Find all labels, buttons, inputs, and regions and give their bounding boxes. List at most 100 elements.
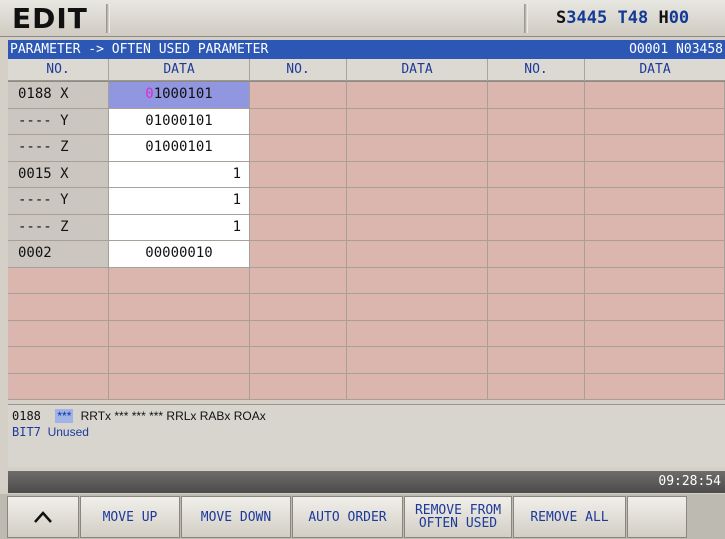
mode-indicator: EDIT (12, 2, 88, 35)
param-number[interactable]: ---- Z (8, 214, 109, 240)
empty-cell (347, 135, 488, 161)
table-row[interactable]: 0015 X 1 (8, 161, 725, 188)
empty-cell (488, 82, 585, 108)
empty-cell (347, 347, 488, 373)
remove-all-button[interactable]: REMOVE ALL (513, 496, 626, 538)
bit-description-line: BIT7 Unused (12, 425, 89, 439)
parameter-info-panel: 0188 *** RRTx *** *** *** RRLx RABx ROAx… (8, 404, 725, 467)
separator (106, 4, 110, 33)
table-row[interactable]: ---- Y 01000101 (8, 108, 725, 135)
top-bar: EDIT S3445 T48 H00 (0, 0, 725, 37)
empty-cell (250, 108, 347, 134)
empty-cell (585, 82, 725, 108)
table-row-empty (8, 267, 725, 294)
param-number[interactable]: 0188 X (8, 82, 109, 108)
empty-cell (347, 241, 488, 267)
empty-cell (488, 188, 585, 214)
col-header-no: NO. (8, 59, 109, 81)
table-row[interactable]: ---- Y 1 (8, 188, 725, 215)
empty-cell (8, 320, 109, 346)
spindle-speed: 3445 (566, 8, 608, 28)
empty-cell (488, 135, 585, 161)
empty-cell (347, 373, 488, 399)
empty-cell (250, 135, 347, 161)
table-row-empty (8, 373, 725, 400)
empty-cell (347, 161, 488, 187)
param-value[interactable]: 00000010 (109, 241, 250, 267)
empty-cell (488, 161, 585, 187)
empty-cell (585, 373, 725, 399)
empty-cell (250, 294, 347, 320)
col-header-data: DATA (347, 59, 488, 81)
empty-cell (8, 267, 109, 293)
remove-from-label-line2: OFTEN USED (418, 516, 498, 531)
param-value[interactable]: 01000101 (109, 82, 250, 108)
table-row[interactable]: 0002 00000010 (8, 241, 725, 268)
caret-up-icon (34, 511, 52, 523)
param-value[interactable]: 1 (109, 188, 250, 214)
empty-cell (347, 320, 488, 346)
empty-cell (8, 373, 109, 399)
table-row-empty (8, 294, 725, 321)
back-softkey[interactable] (7, 496, 79, 538)
empty-cell (488, 294, 585, 320)
empty-cell (347, 267, 488, 293)
empty-cell (347, 294, 488, 320)
empty-cell (250, 161, 347, 187)
empty-cell (250, 347, 347, 373)
offset-number: 00 (668, 8, 690, 28)
selected-bit: *** (55, 409, 74, 423)
col-header-no: NO. (250, 59, 347, 81)
empty-cell (250, 373, 347, 399)
empty-cell (109, 347, 250, 373)
param-number[interactable]: ---- Y (8, 188, 109, 214)
empty-cell (488, 108, 585, 134)
empty-cell (488, 347, 585, 373)
info-param-number: 0188 (12, 409, 41, 423)
empty-cell (250, 214, 347, 240)
move-up-button[interactable]: MOVE UP (80, 496, 180, 538)
move-down-button[interactable]: MOVE DOWN (181, 496, 291, 538)
empty-cell (250, 320, 347, 346)
param-value[interactable]: 1 (109, 161, 250, 187)
empty-cell (109, 294, 250, 320)
empty-cell (250, 82, 347, 108)
empty-cell (109, 267, 250, 293)
spindle-label: S (556, 8, 567, 28)
empty-cell (250, 241, 347, 267)
empty-cell (585, 161, 725, 187)
status-bar: 09:28:54 (8, 471, 725, 493)
param-number[interactable]: ---- Y (8, 108, 109, 134)
bit-map-line: 0188 *** RRTx *** *** *** RRLx RABx ROAx (12, 409, 266, 423)
auto-order-button[interactable]: AUTO ORDER (292, 496, 403, 538)
param-number[interactable]: ---- Z (8, 135, 109, 161)
param-value[interactable]: 01000101 (109, 135, 250, 161)
param-number[interactable]: 0002 (8, 241, 109, 267)
param-number[interactable]: 0015 X (8, 161, 109, 187)
empty-cell (347, 82, 488, 108)
offset-label: H (658, 8, 669, 28)
empty-cell (585, 108, 725, 134)
table-row[interactable]: ---- Z 01000101 (8, 135, 725, 162)
table-row[interactable]: 0188 X 01000101 (8, 82, 725, 109)
col-header-data: DATA (639, 62, 671, 77)
tool-number: 48 (627, 8, 649, 28)
empty-cell (585, 241, 725, 267)
bit-description: Unused (47, 425, 89, 439)
tool-label: T (617, 8, 628, 28)
table-header: NO. DATA NO. DATA NO. DATA (8, 59, 725, 81)
empty-cell (347, 188, 488, 214)
empty-cell (347, 214, 488, 240)
parameter-table: NO. DATA NO. DATA NO. DATA 0188 X 010001… (8, 59, 725, 400)
empty-cell (250, 188, 347, 214)
empty-cell (488, 267, 585, 293)
clock: 09:28:54 (658, 474, 721, 489)
empty-cell (585, 188, 725, 214)
blank-softkey[interactable] (627, 496, 687, 538)
param-value[interactable]: 01000101 (109, 108, 250, 134)
param-value[interactable]: 1 (109, 214, 250, 240)
bit-label: BIT7 (12, 425, 41, 439)
remove-from-often-used-button[interactable]: REMOVE FROM OFTEN USED (404, 496, 512, 538)
table-row[interactable]: ---- Z 1 (8, 214, 725, 241)
empty-cell (8, 294, 109, 320)
